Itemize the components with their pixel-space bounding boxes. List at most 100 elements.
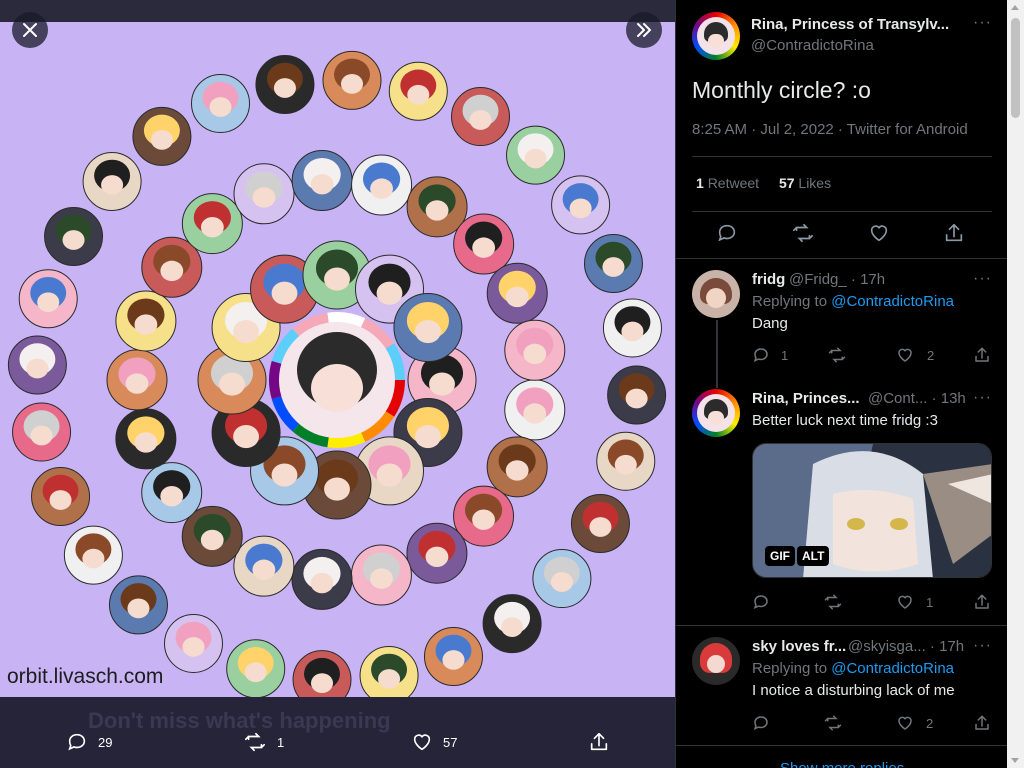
orbit-avatar <box>82 151 142 211</box>
reply-count: 29 <box>98 734 113 750</box>
divider <box>692 211 992 212</box>
replying-to-link[interactable]: @ContradictoRina <box>831 293 954 310</box>
orbit-avatar <box>44 206 104 266</box>
tweet-metadata[interactable]: 8:25 AM · Jul 2, 2022 · Twitter for Andr… <box>692 121 968 138</box>
tweet-like-button[interactable] <box>868 222 890 249</box>
orbit-avatar <box>596 431 656 491</box>
reply-icon <box>68 733 86 751</box>
tweet-retweet-button[interactable] <box>791 222 815 249</box>
like-count: 57 <box>443 734 458 750</box>
orbit-avatar <box>226 639 286 697</box>
thread-line <box>716 320 718 388</box>
tweet-share-button[interactable] <box>943 222 965 249</box>
like-count: 1 <box>926 595 934 610</box>
orbit-avatar <box>359 645 419 697</box>
orbit-avatar <box>351 154 413 216</box>
scrollbar-thumb[interactable] <box>1011 18 1020 118</box>
reply-icon[interactable] <box>752 593 770 611</box>
replying-to: Replying to @ContradictoRina <box>752 660 955 677</box>
orbit-avatar <box>406 522 468 584</box>
more-options-icon[interactable]: ··· <box>973 270 992 288</box>
more-options-icon[interactable]: ··· <box>973 389 992 407</box>
retweet-action[interactable]: 1 <box>243 731 284 753</box>
orbit-avatar <box>31 466 91 526</box>
orbit-avatar <box>532 549 592 609</box>
reply-handle-time[interactable]: @skyisga... · 17h <box>848 638 964 655</box>
orbit-avatar <box>388 61 448 121</box>
scrollbar[interactable] <box>1007 0 1024 768</box>
reply-icon <box>718 224 736 242</box>
alt-badge[interactable]: ALT <box>797 546 830 566</box>
retweet-stat[interactable]: 1 Retweet <box>696 175 759 191</box>
retweet-icon[interactable] <box>823 714 843 732</box>
orbit-avatar <box>583 234 643 294</box>
center-avatar <box>269 312 405 448</box>
image-watermark: orbit.livasch.com <box>7 665 164 688</box>
likes-stat[interactable]: 57 Likes <box>779 175 831 191</box>
reply-icon[interactable] <box>752 714 770 732</box>
divider <box>676 625 1007 626</box>
orbit-avatar <box>602 298 662 358</box>
heart-icon[interactable] <box>896 346 914 364</box>
orbit-avatar <box>255 55 315 115</box>
media-viewer: Don't miss what's happening orbit.livasc… <box>0 0 675 768</box>
orbit-avatar <box>423 626 483 686</box>
retweet-icon <box>245 732 265 752</box>
orbit-avatar <box>12 402 72 462</box>
orbit-avatar <box>291 548 353 610</box>
close-button[interactable] <box>12 12 48 48</box>
orbit-avatar <box>570 494 630 554</box>
share-icon[interactable] <box>973 714 991 732</box>
reply-text: I notice a disturbing lack of me <box>752 682 955 699</box>
divider <box>692 156 992 157</box>
scroll-down-arrow[interactable] <box>1011 758 1019 763</box>
retweet-icon[interactable] <box>827 346 847 364</box>
reply-actions: 1 2 <box>752 346 992 366</box>
orbit-avatar <box>115 290 177 352</box>
collapse-panel-button[interactable] <box>626 12 662 48</box>
orbit-avatar <box>322 50 382 110</box>
reply-author-name[interactable]: fridg <box>752 271 785 288</box>
like-count: 2 <box>926 716 934 731</box>
author-handle[interactable]: @ContradictoRina <box>751 37 874 54</box>
orbit-avatar <box>141 462 203 524</box>
reply-handle-time[interactable]: @Fridg_ · 17h <box>789 271 885 288</box>
orbit-avatar <box>233 163 295 225</box>
gif-badge: GIF <box>765 546 795 566</box>
show-more-replies-link[interactable]: Show more replies <box>780 760 904 768</box>
tweet-reply-button[interactable] <box>716 222 738 249</box>
orbit-avatar <box>108 575 168 635</box>
share-action[interactable] <box>588 731 620 753</box>
reply-avatar[interactable] <box>692 270 740 318</box>
heart-icon <box>413 734 431 751</box>
share-icon[interactable] <box>973 593 991 611</box>
gif-media[interactable]: GIF ALT <box>752 443 992 578</box>
reply-action[interactable]: 29 <box>66 731 112 753</box>
orbit-avatar <box>451 87 511 147</box>
like-action[interactable]: 57 <box>411 731 457 753</box>
reply-icon[interactable] <box>752 346 770 364</box>
more-options-icon[interactable]: ··· <box>973 14 992 32</box>
replying-to-link[interactable]: @ContradictoRina <box>831 660 954 677</box>
heart-icon[interactable] <box>896 593 914 611</box>
reply-author-name[interactable]: Rina, Princes... <box>752 390 860 407</box>
author-name[interactable]: Rina, Princess of Transylv... <box>751 16 949 33</box>
retweet-icon[interactable] <box>823 593 843 611</box>
more-options-icon[interactable]: ··· <box>973 637 992 655</box>
heart-icon[interactable] <box>896 714 914 732</box>
share-icon <box>945 223 963 242</box>
reply-author-name[interactable]: sky loves fr... <box>752 638 846 655</box>
reply-avatar[interactable] <box>692 389 740 437</box>
reply-avatar[interactable] <box>692 637 740 685</box>
author-avatar[interactable] <box>692 12 740 60</box>
reply-handle-time[interactable]: @Cont... · 13h <box>868 390 966 407</box>
orbit-avatar <box>486 262 548 324</box>
share-icon <box>590 732 608 751</box>
tweet-text: Monthly circle? :o <box>692 77 871 103</box>
share-icon[interactable] <box>973 346 991 364</box>
orbit-avatar <box>486 436 548 498</box>
orbit-image[interactable]: orbit.livasch.com <box>0 22 675 697</box>
orbit-avatar <box>291 150 353 212</box>
orbit-avatar <box>482 594 542 654</box>
scroll-up-arrow[interactable] <box>1011 5 1019 10</box>
